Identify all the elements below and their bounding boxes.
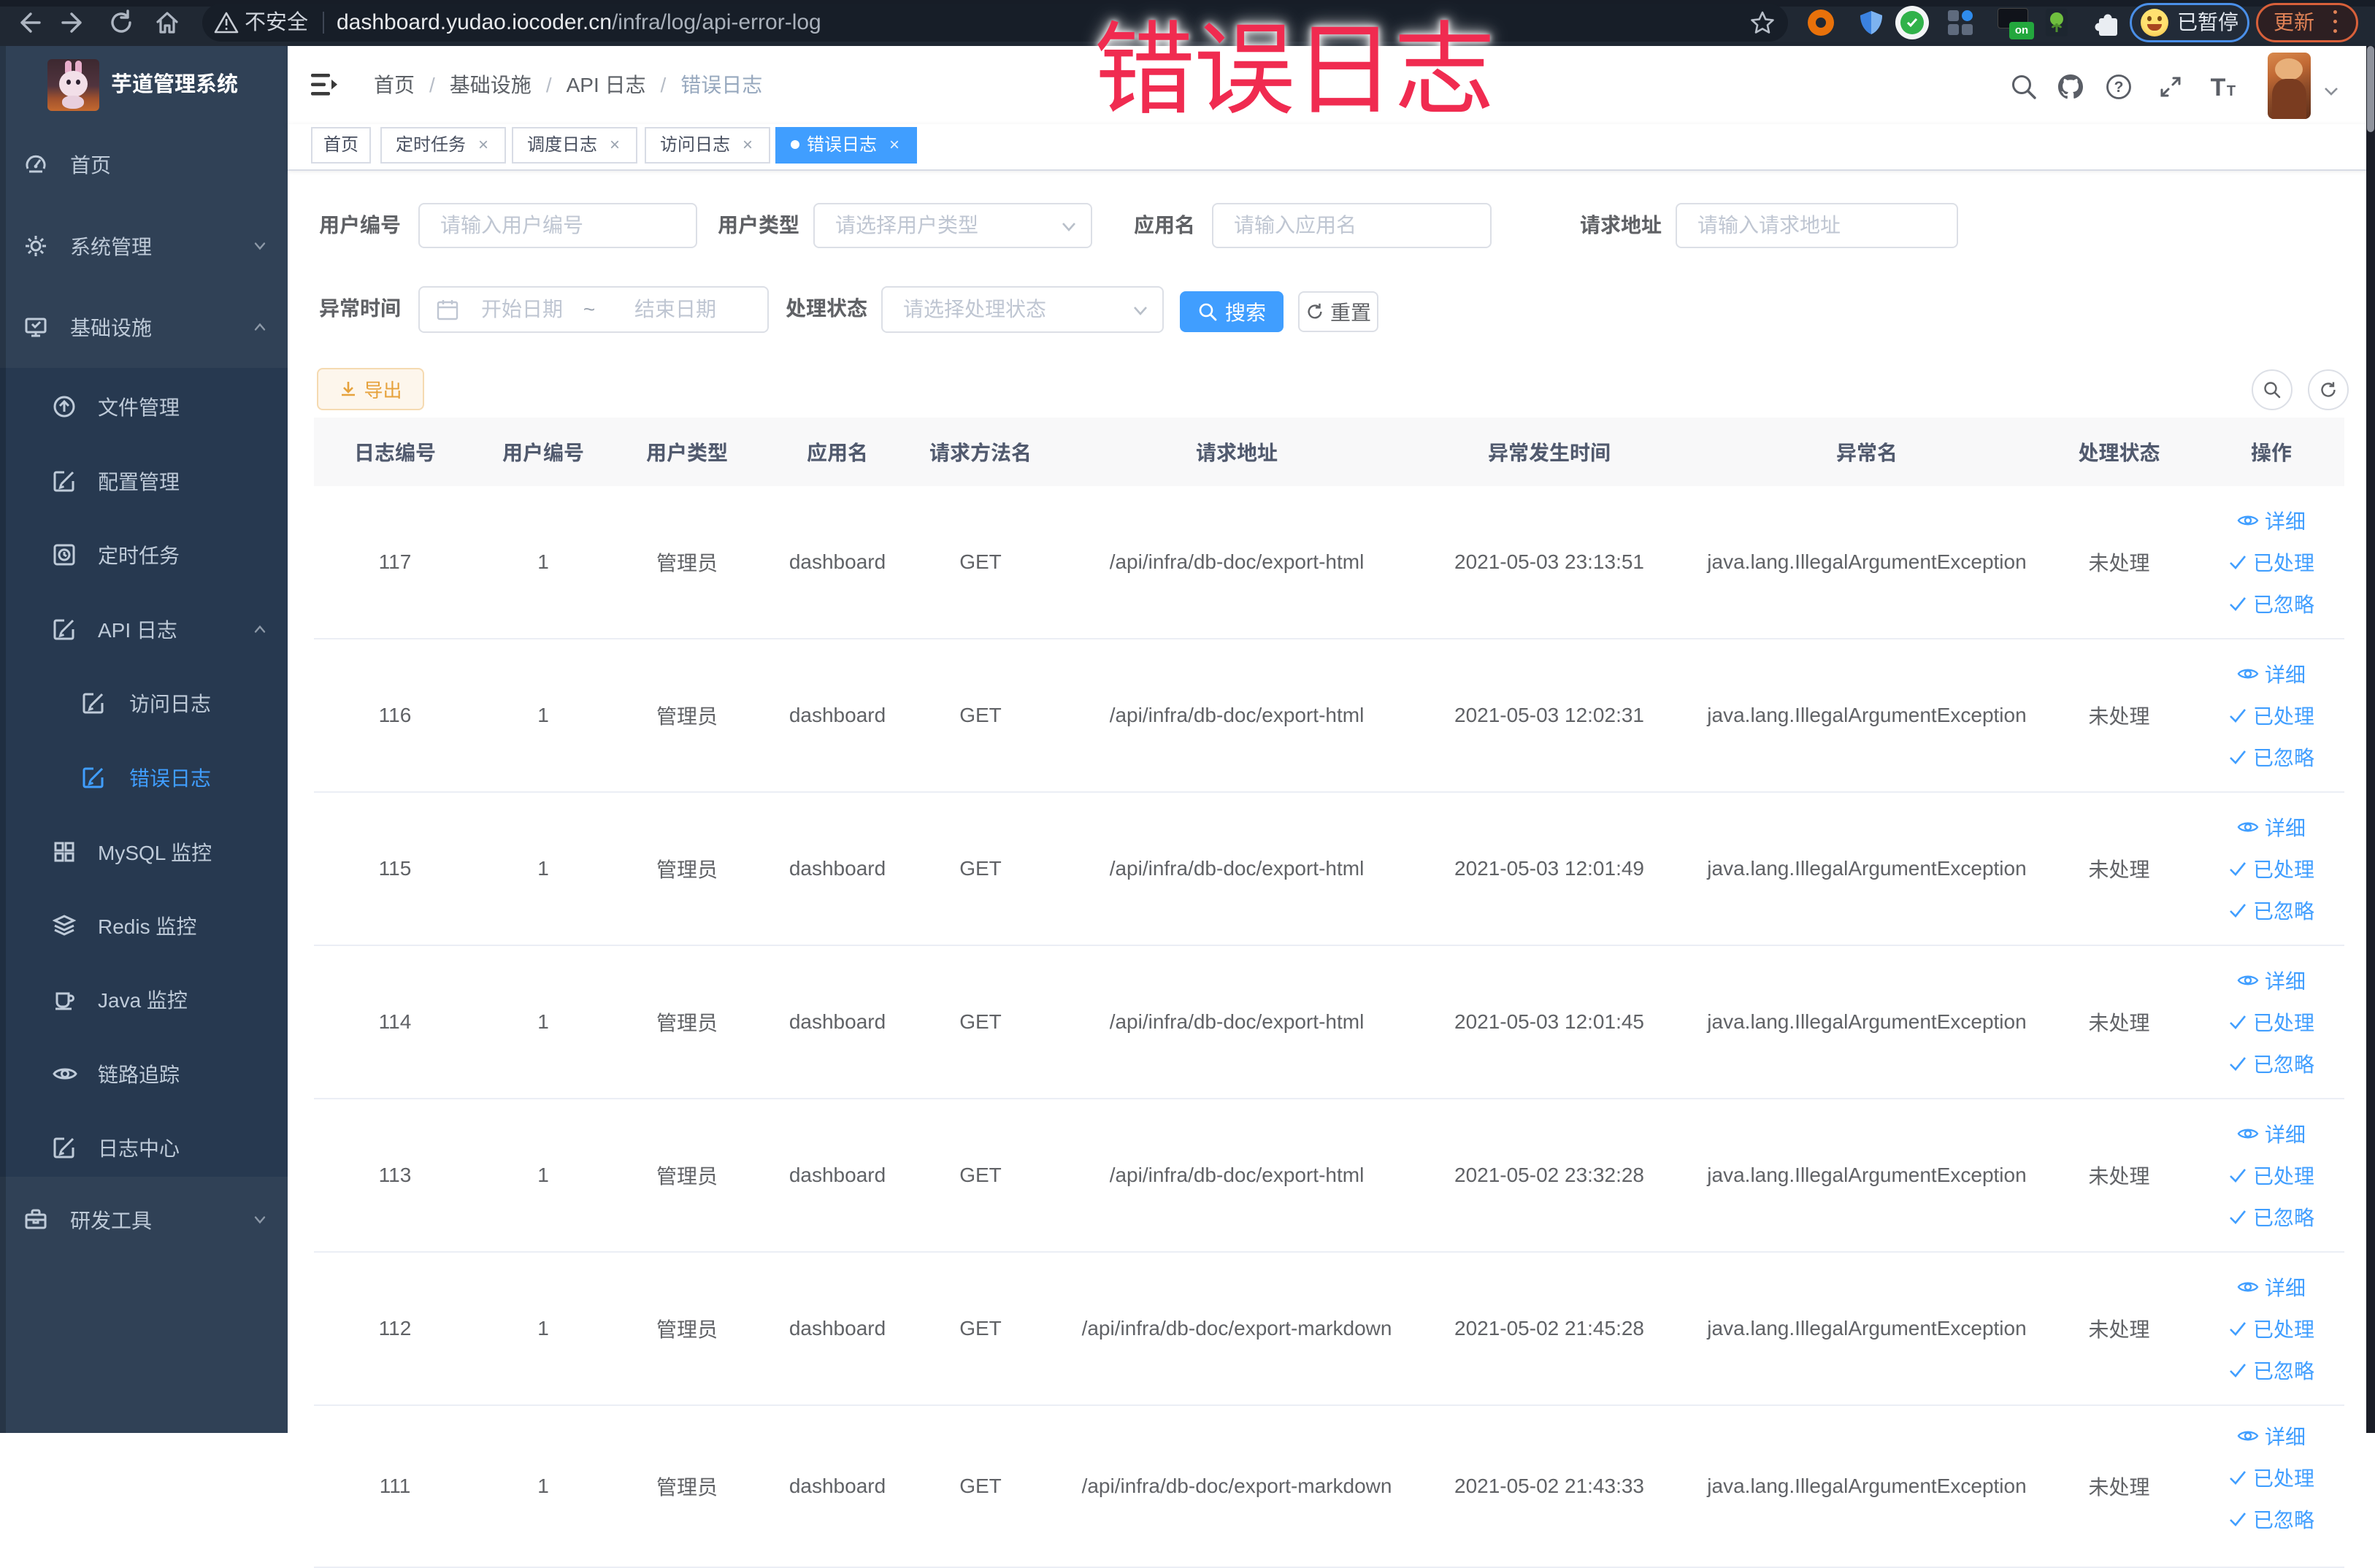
- svg-text:T: T: [2227, 83, 2236, 99]
- svg-text:?: ?: [2114, 79, 2124, 96]
- svg-text:T: T: [2211, 74, 2226, 101]
